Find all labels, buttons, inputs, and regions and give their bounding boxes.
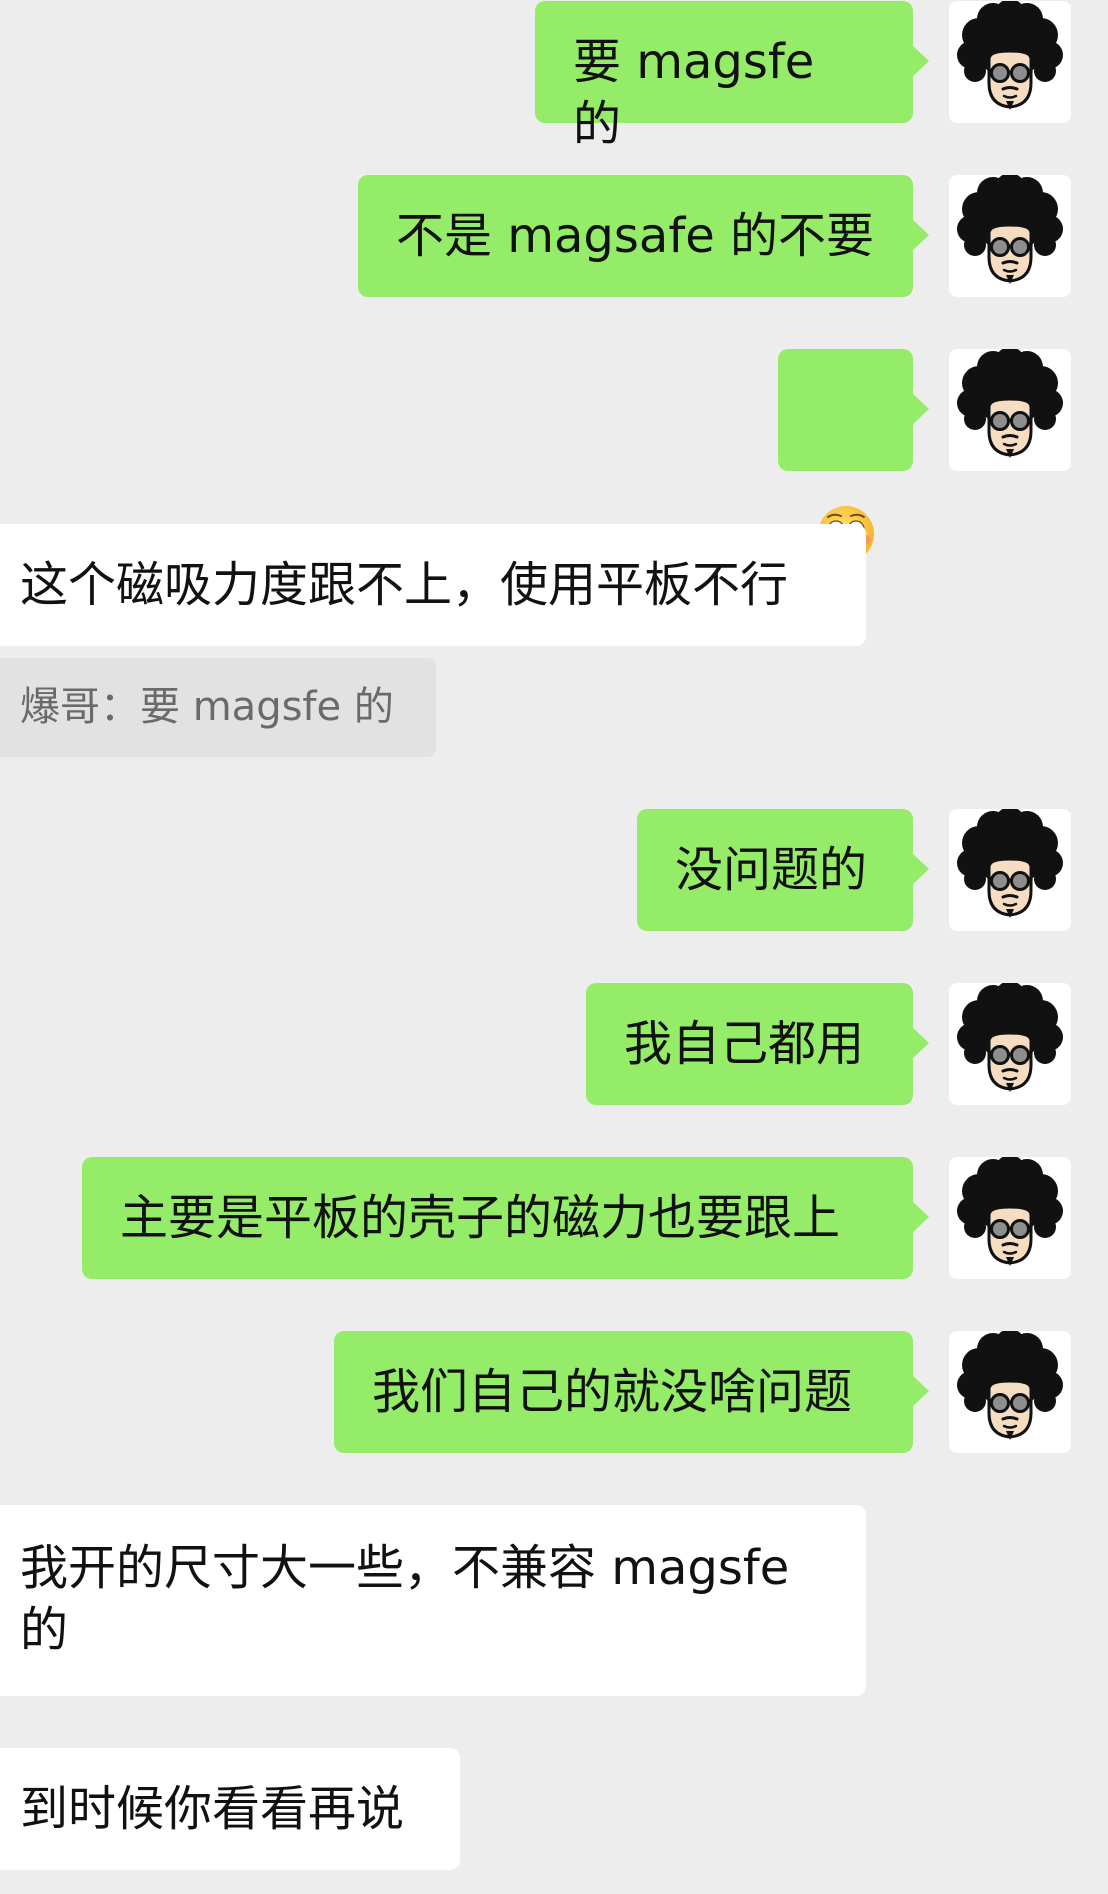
message-bubble-outgoing[interactable]: 不是 magsafe 的不要 <box>358 175 929 297</box>
quote-sender: 爆哥 <box>20 684 100 730</box>
avatar[interactable] <box>949 809 1071 931</box>
avatar[interactable] <box>949 983 1071 1105</box>
avatar[interactable] <box>949 1157 1071 1279</box>
message-bubble-incoming[interactable]: 这个磁吸力度跟不上，使用平板不行 <box>0 524 866 646</box>
avatar[interactable] <box>949 349 1071 471</box>
message-bubble-incoming[interactable]: 我开的尺寸大一些，不兼容 magsfe 的 <box>0 1505 866 1696</box>
avatar[interactable] <box>949 1 1071 123</box>
quote-separator: ： <box>100 684 140 730</box>
message-bubble-outgoing[interactable]: 没问题的 <box>637 809 929 931</box>
quote-text: 要 magsfe 的 <box>140 684 394 730</box>
message-bubble-outgoing[interactable]: 我们自己的就没啥问题 <box>334 1331 929 1453</box>
avatar[interactable] <box>949 175 1071 297</box>
message-bubble-outgoing[interactable]: 主要是平板的壳子的磁力也要跟上 <box>82 1157 929 1279</box>
message-bubble-outgoing[interactable]: 要 magsfe 的 <box>535 1 929 152</box>
message-bubble-outgoing[interactable]: 我自己都用 <box>586 983 929 1105</box>
avatar[interactable] <box>949 1331 1071 1453</box>
message-bubble-outgoing[interactable] <box>778 349 929 562</box>
quoted-message[interactable]: 爆哥：要 magsfe 的 <box>0 658 436 757</box>
message-bubble-incoming[interactable]: 到时候你看看再说 <box>0 1748 460 1870</box>
